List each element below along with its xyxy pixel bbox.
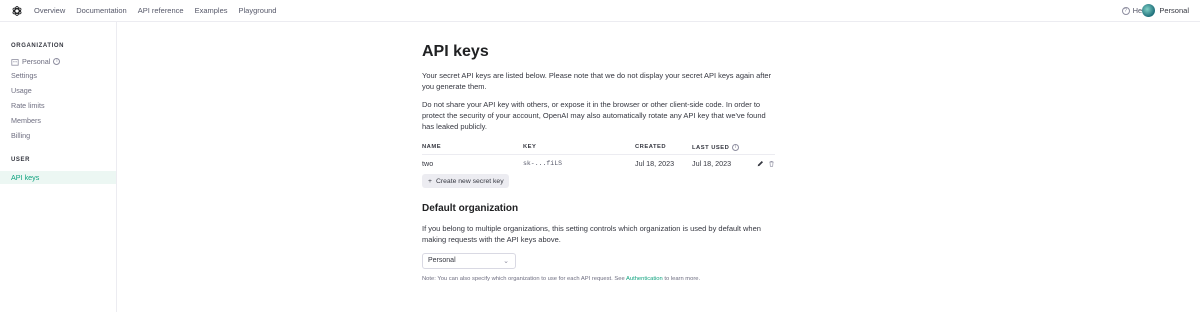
- sidebar-item-usage[interactable]: Usage: [11, 86, 32, 95]
- authentication-link[interactable]: Authentication: [626, 276, 663, 282]
- info-icon[interactable]: i: [53, 58, 61, 65]
- account-label: Personal: [1159, 6, 1189, 15]
- org-note-suffix: to learn more.: [662, 276, 701, 282]
- building-icon: [11, 58, 19, 66]
- default-org-paragraph: If you belong to multiple organizations,…: [422, 224, 761, 244]
- sidebar-item-api-keys[interactable]: API keys: [0, 171, 116, 184]
- column-header-last-used-label: LAST USED: [692, 144, 730, 151]
- top-nav: Overview Documentation API reference Exa…: [0, 0, 1200, 22]
- sidebar-item-rate-limits[interactable]: Rate limits: [11, 101, 45, 110]
- default-org-select-value: Personal: [428, 257, 456, 264]
- sidebar-item-settings[interactable]: Settings: [11, 71, 37, 80]
- page-title: API keys: [422, 43, 489, 60]
- org-note: Note: You can also specify which organiz…: [422, 276, 700, 282]
- column-header-name: NAME: [422, 144, 442, 150]
- nav-links: Overview Documentation API reference Exa…: [34, 6, 276, 15]
- account-menu[interactable]: Personal: [1142, 4, 1189, 17]
- org-note-prefix: Note: You can also specify which organiz…: [422, 276, 626, 282]
- key-name: two: [422, 159, 434, 168]
- intro-paragraph: Your secret API keys are listed below. P…: [422, 71, 772, 91]
- sidebar-item-label: API keys: [11, 173, 40, 182]
- avatar: [1142, 4, 1156, 17]
- sidebar-heading-organization: ORGANIZATION: [11, 43, 65, 49]
- openai-logo-icon[interactable]: [11, 5, 23, 17]
- help-icon: ?: [1121, 6, 1130, 15]
- plus-icon: +: [428, 177, 432, 185]
- key-created: Jul 18, 2023: [635, 159, 675, 168]
- column-header-last-used: LAST USED i: [692, 144, 740, 151]
- sidebar-heading-user: USER: [11, 157, 31, 163]
- trash-icon[interactable]: [768, 160, 775, 167]
- security-paragraph: Do not share your API key with others, o…: [422, 100, 766, 131]
- nav-overview[interactable]: Overview: [34, 6, 65, 15]
- nav-documentation[interactable]: Documentation: [76, 6, 126, 15]
- column-header-created: CREATED: [635, 144, 667, 150]
- sidebar-org-selector[interactable]: Personal i: [11, 57, 61, 66]
- sidebar-item-billing[interactable]: Billing: [11, 131, 30, 140]
- nav-examples[interactable]: Examples: [195, 6, 228, 15]
- chevron-down-icon: ⌄: [503, 258, 509, 265]
- table-divider: [422, 154, 775, 155]
- sidebar-org-name: Personal: [22, 57, 51, 66]
- nav-playground[interactable]: Playground: [239, 6, 277, 15]
- nav-api-reference[interactable]: API reference: [138, 6, 184, 15]
- column-header-key: KEY: [523, 144, 537, 150]
- sidebar: ORGANIZATION Personal i Settings Usage R…: [0, 22, 117, 312]
- create-secret-key-label: Create new secret key: [435, 177, 504, 185]
- info-icon[interactable]: i: [732, 144, 740, 151]
- create-secret-key-button[interactable]: + Create new secret key: [422, 174, 509, 188]
- default-org-title: Default organization: [422, 203, 519, 214]
- default-org-select[interactable]: Personal ⌄: [422, 253, 516, 269]
- key-last-used: Jul 18, 2023: [692, 159, 732, 168]
- sidebar-item-members[interactable]: Members: [11, 116, 41, 125]
- key-value: sk-...fiLS: [523, 160, 563, 167]
- edit-icon[interactable]: [757, 160, 764, 167]
